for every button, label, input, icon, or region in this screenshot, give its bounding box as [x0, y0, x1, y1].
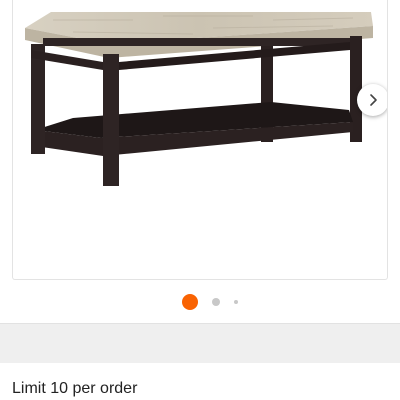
product-page: Limit 10 per order: [0, 0, 400, 400]
carousel-dot-1[interactable]: [182, 294, 198, 310]
carousel-dot-3[interactable]: [234, 300, 238, 304]
image-carousel-pagination: [0, 292, 400, 312]
product-image-card: [12, 0, 388, 280]
purchase-limit-text: Limit 10 per order: [12, 380, 138, 397]
chevron-right-icon: [370, 94, 377, 106]
next-image-button[interactable]: [357, 84, 387, 116]
section-divider: [0, 323, 400, 363]
product-image[interactable]: [13, 0, 388, 280]
carousel-dot-2[interactable]: [212, 298, 220, 306]
